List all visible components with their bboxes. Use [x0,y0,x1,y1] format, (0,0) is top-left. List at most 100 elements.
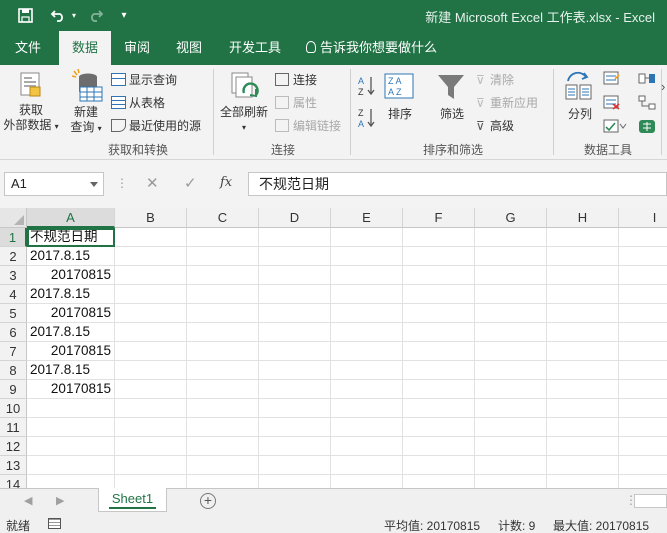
table-cell[interactable] [619,266,667,285]
table-cell[interactable] [475,228,547,247]
table-cell[interactable] [187,380,259,399]
table-cell[interactable] [115,247,187,266]
table-cell[interactable] [259,228,331,247]
table-cell[interactable] [331,380,403,399]
table-cell[interactable] [115,342,187,361]
table-cell[interactable] [331,323,403,342]
table-cell[interactable] [547,228,619,247]
table-cell[interactable] [115,323,187,342]
table-cell[interactable] [403,247,475,266]
cell-a7[interactable]: 20170815 [27,342,115,361]
table-cell[interactable] [259,456,331,475]
table-cell[interactable] [187,361,259,380]
table-cell[interactable] [475,285,547,304]
cell-a2[interactable]: 2017.8.15 [27,247,115,266]
cell-a10[interactable] [27,399,115,418]
table-cell[interactable] [475,266,547,285]
column-header-h[interactable]: H [547,208,619,228]
cell-a3[interactable]: 20170815 [27,266,115,285]
tab-developer[interactable]: 开发工具 [222,31,288,65]
add-sheet-icon[interactable]: + [200,493,216,509]
relationships-icon[interactable] [638,95,656,113]
table-cell[interactable] [259,285,331,304]
table-cell[interactable] [547,475,619,488]
table-cell[interactable] [547,361,619,380]
table-cell[interactable] [187,304,259,323]
table-cell[interactable] [619,342,667,361]
table-cell[interactable] [187,399,259,418]
table-cell[interactable] [259,437,331,456]
table-cell[interactable] [331,342,403,361]
table-cell[interactable] [115,266,187,285]
undo-dropdown-icon[interactable]: ▾ [70,6,78,24]
cell-a1[interactable]: 不规范日期 [27,228,115,247]
table-cell[interactable] [187,437,259,456]
table-cell[interactable] [475,418,547,437]
sort-descending-icon[interactable]: ZA [358,107,376,132]
table-cell[interactable] [115,399,187,418]
table-cell[interactable] [403,418,475,437]
row-header[interactable]: 6 [0,323,27,342]
table-cell[interactable] [115,380,187,399]
table-cell[interactable] [259,475,331,488]
from-table-button[interactable]: 从表格 [111,94,165,111]
tab-data[interactable]: 数据 [59,31,111,65]
table-cell[interactable] [547,380,619,399]
row-header[interactable]: 5 [0,304,27,323]
table-cell[interactable] [403,228,475,247]
table-cell[interactable] [403,399,475,418]
cell-a14[interactable] [27,475,115,488]
manage-data-model-icon[interactable] [638,119,656,137]
cell-a12[interactable] [27,437,115,456]
column-header-b[interactable]: B [115,208,187,228]
table-cell[interactable] [259,323,331,342]
sheet-tab-sheet1[interactable]: Sheet1 [98,488,167,512]
table-cell[interactable] [115,437,187,456]
column-header-c[interactable]: C [187,208,259,228]
row-header[interactable]: 7 [0,342,27,361]
get-external-data-button[interactable]: 获取 外部数据 ▾ [2,103,60,134]
table-cell[interactable] [619,456,667,475]
insert-function-icon[interactable]: fx [220,175,232,190]
table-cell[interactable] [115,304,187,323]
table-cell[interactable] [187,342,259,361]
table-cell[interactable] [259,304,331,323]
table-cell[interactable] [259,399,331,418]
sort-button[interactable]: 排序 [386,105,414,122]
remove-duplicates-icon[interactable] [603,95,621,113]
table-cell[interactable] [619,437,667,456]
table-cell[interactable] [475,456,547,475]
column-header-a[interactable]: A [27,208,115,228]
table-cell[interactable] [259,418,331,437]
table-cell[interactable] [475,399,547,418]
table-cell[interactable] [115,285,187,304]
advanced-filter-button[interactable]: ⊽ 高级 [476,117,514,134]
table-cell[interactable] [331,475,403,488]
row-header[interactable]: 10 [0,399,27,418]
table-cell[interactable] [187,456,259,475]
table-cell[interactable] [619,304,667,323]
table-cell[interactable] [619,247,667,266]
table-cell[interactable] [619,418,667,437]
table-cell[interactable] [187,475,259,488]
row-header[interactable]: 3 [0,266,27,285]
table-cell[interactable] [187,323,259,342]
table-cell[interactable] [475,247,547,266]
flash-fill-icon[interactable] [603,71,621,89]
table-cell[interactable] [331,285,403,304]
consolidate-icon[interactable] [638,71,656,89]
table-cell[interactable] [187,285,259,304]
row-header[interactable]: 12 [0,437,27,456]
table-cell[interactable] [403,266,475,285]
cell-a6[interactable]: 2017.8.15 [27,323,115,342]
cell-a11[interactable] [27,418,115,437]
table-cell[interactable] [547,323,619,342]
new-query-button[interactable]: 新建 查询 ▾ [66,105,106,136]
customize-toolbar-icon[interactable]: ▾ [118,6,130,24]
cell-a4[interactable]: 2017.8.15 [27,285,115,304]
table-cell[interactable] [187,247,259,266]
row-header[interactable]: 11 [0,418,27,437]
table-cell[interactable] [475,323,547,342]
row-header[interactable]: 1 [0,228,27,247]
table-cell[interactable] [331,456,403,475]
